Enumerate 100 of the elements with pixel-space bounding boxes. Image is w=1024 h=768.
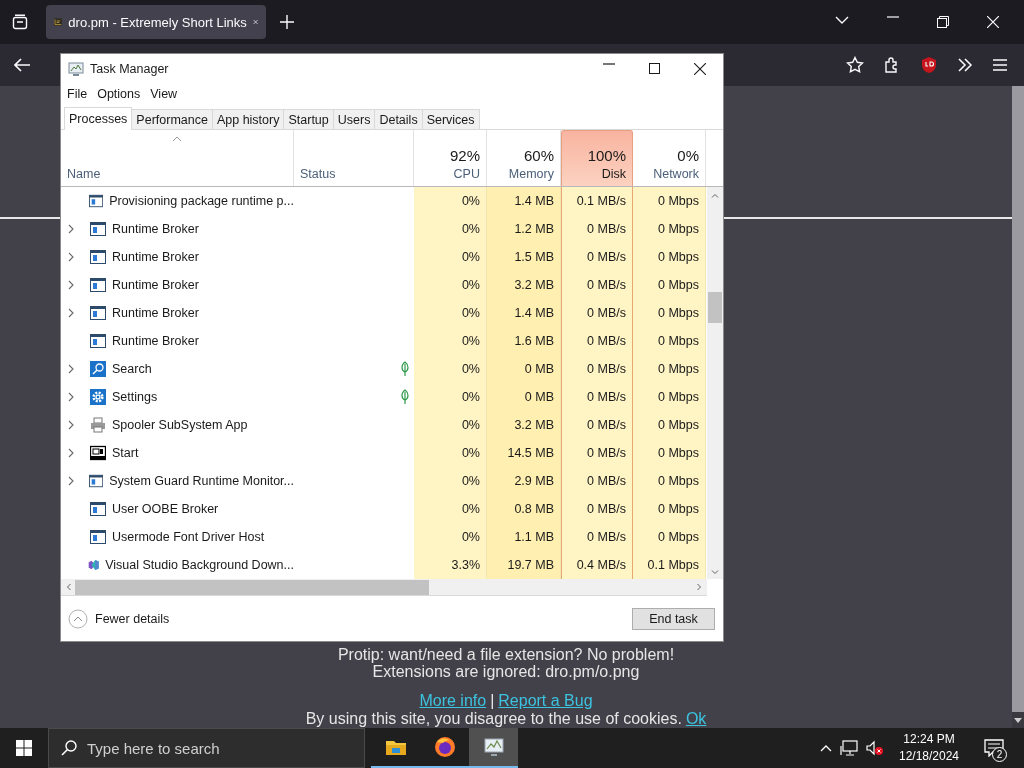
expand-chevron-icon[interactable] <box>68 420 74 430</box>
windows-logo-icon[interactable] <box>16 740 32 756</box>
horizontal-scrollbar[interactable] <box>61 579 707 596</box>
browser-tab[interactable]: dro.pm - Extremely Short Links <box>46 5 266 39</box>
tab[interactable]: Services <box>421 109 480 129</box>
end-task-button[interactable]: End task <box>632 607 715 630</box>
process-row[interactable]: Visual Studio Background Down... 3.3% 19.7 MB 0.4 MB/s 0.1 Mbps <box>61 551 707 579</box>
process-name[interactable]: Settings <box>112 390 158 404</box>
table-cell: 0% <box>414 383 487 411</box>
process-row[interactable]: Usermode Font Driver Host 0% 1.1 MB 0 MB/s 0 Mbps <box>61 523 707 551</box>
vertical-scrollbar[interactable] <box>707 187 723 579</box>
menu-item[interactable]: Options <box>93 87 145 101</box>
process-name[interactable]: Visual Studio Background Down... <box>105 558 294 572</box>
taskbar-app[interactable] <box>469 728 518 768</box>
process-row[interactable]: Provisioning package runtime p... 0% 1.4 MB 0.1 MB/s 0 Mbps <box>61 187 707 215</box>
network-icon[interactable] <box>840 740 858 756</box>
expand-chevron-icon[interactable] <box>68 392 74 402</box>
process-name[interactable]: Runtime Broker <box>112 278 199 292</box>
process-name[interactable]: Usermode Font Driver Host <box>112 530 265 544</box>
column-header[interactable]: Name <box>61 130 294 186</box>
table-cell: 0 Mbps <box>633 215 706 243</box>
page-link[interactable]: More info <box>419 692 487 710</box>
page-text: Extensions are ignored: dro.pm/o.png <box>372 663 640 680</box>
tab[interactable]: Processes <box>64 107 133 130</box>
process-name[interactable]: System Guard Runtime Monitor... <box>109 474 294 488</box>
shield-icon[interactable] <box>920 56 938 74</box>
restore-icon[interactable] <box>937 16 949 28</box>
process-row[interactable]: Settings 0% 0 MB 0 MB/s 0 Mbps <box>61 383 707 411</box>
process-name[interactable]: User OOBE Broker <box>112 502 219 516</box>
process-row[interactable]: Runtime Broker 0% 3.2 MB 0 MB/s 0 Mbps <box>61 271 707 299</box>
table-cell: 0 MB/s <box>561 495 633 523</box>
menu-icon[interactable] <box>992 58 1008 72</box>
maximize-icon[interactable] <box>649 62 660 74</box>
process-name[interactable]: Runtime Broker <box>112 306 199 320</box>
scroll-down-icon[interactable] <box>1014 717 1022 723</box>
monitor-chart-icon <box>482 736 505 758</box>
process-row[interactable]: Runtime Broker 0% 1.4 MB 0 MB/s 0 Mbps <box>61 299 707 327</box>
double-chevron-icon[interactable] <box>957 58 973 72</box>
table-cell: 0.1 MB/s <box>561 187 633 215</box>
table-cell: 0 Mbps <box>633 243 706 271</box>
menu-item[interactable]: File <box>63 87 92 101</box>
chevron-down-icon[interactable] <box>835 16 849 24</box>
minimize-icon[interactable] <box>603 62 615 65</box>
scroll-thumb[interactable] <box>708 292 722 323</box>
notification-button[interactable]: 2 <box>974 728 1014 768</box>
table-cell: 0 Mbps <box>633 271 706 299</box>
process-name[interactable]: Spooler SubSystem App <box>112 418 248 432</box>
process-name[interactable]: Search <box>112 362 152 376</box>
column-header[interactable]: 92% CPU <box>414 130 487 186</box>
expand-chevron-icon[interactable] <box>68 280 74 290</box>
expand-chevron-icon[interactable] <box>68 224 74 234</box>
column-header[interactable]: 0% Network <box>633 130 706 186</box>
table-cell: 0 MB/s <box>561 215 633 243</box>
expand-chevron-icon[interactable] <box>68 308 74 318</box>
search-field[interactable]: Type here to search <box>48 728 365 768</box>
tab-list-icon[interactable] <box>12 14 28 30</box>
table-cell: 0% <box>414 327 487 355</box>
close-icon[interactable] <box>694 62 706 75</box>
process-name[interactable]: Runtime Broker <box>112 250 199 264</box>
process-row[interactable]: Runtime Broker 0% 1.5 MB 0 MB/s 0 Mbps <box>61 243 707 271</box>
process-name[interactable]: Runtime Broker <box>112 222 199 236</box>
process-name[interactable]: Runtime Broker <box>112 334 199 348</box>
firefox-icon <box>433 736 456 758</box>
table-cell: 0 Mbps <box>633 187 706 215</box>
table-cell: 0% <box>414 187 487 215</box>
table-cell: 0 MB <box>487 355 561 383</box>
column-header[interactable]: 100% Disk <box>561 130 633 186</box>
tab[interactable]: Users <box>332 109 376 129</box>
fewer-details-link[interactable]: Fewer details <box>95 611 170 626</box>
process-row[interactable]: Runtime Broker 0% 1.2 MB 0 MB/s 0 Mbps <box>61 215 707 243</box>
process-name[interactable]: Start <box>112 446 139 460</box>
process-row[interactable]: Spooler SubSystem App 0% 3.2 MB 0 MB/s 0 Mbps <box>61 411 707 439</box>
star-icon[interactable] <box>846 56 864 74</box>
tab[interactable]: Startup <box>283 109 334 129</box>
expand-chevron-icon[interactable] <box>68 364 74 374</box>
tab[interactable]: Details <box>374 109 423 129</box>
page-link[interactable]: Report a Bug <box>498 692 593 710</box>
process-row[interactable]: Search 0% 0 MB 0 MB/s 0 Mbps <box>61 355 707 383</box>
menu-item[interactable]: View <box>146 87 182 101</box>
column-header[interactable]: Status <box>294 130 414 186</box>
expand-chevron-icon[interactable] <box>68 476 74 486</box>
expand-chevron-icon[interactable] <box>68 252 74 262</box>
back-arrow-icon[interactable] <box>14 58 30 72</box>
process-row[interactable]: Start 0% 14.5 MB 0 MB/s 0 Mbps <box>61 439 707 467</box>
scroll-thumb[interactable] <box>75 579 429 595</box>
plus-icon[interactable] <box>280 15 294 29</box>
table-cell: 0 Mbps <box>633 411 706 439</box>
table-cell: 0% <box>414 215 487 243</box>
chevron-up-icon[interactable] <box>820 744 832 752</box>
process-row[interactable]: User OOBE Broker 0% 0.8 MB 0 MB/s 0 Mbps <box>61 495 707 523</box>
muted-speaker-icon[interactable] <box>866 740 884 756</box>
tab[interactable]: Performance <box>131 109 213 129</box>
expand-chevron-icon[interactable] <box>68 448 74 458</box>
tab[interactable]: App history <box>211 109 285 129</box>
process-row[interactable]: Runtime Broker 0% 1.6 MB 0 MB/s 0 Mbps <box>61 327 707 355</box>
ok-link[interactable]: Ok <box>685 710 707 727</box>
clock[interactable]: 12:24 PM 12/18/2024 <box>892 731 966 765</box>
table-cell: 0.4 MB/s <box>561 551 633 579</box>
process-row[interactable]: System Guard Runtime Monitor... 0% 2.9 MB 0 MB/s 0 Mbps <box>61 467 707 495</box>
process-name[interactable]: Provisioning package runtime p... <box>109 194 294 208</box>
